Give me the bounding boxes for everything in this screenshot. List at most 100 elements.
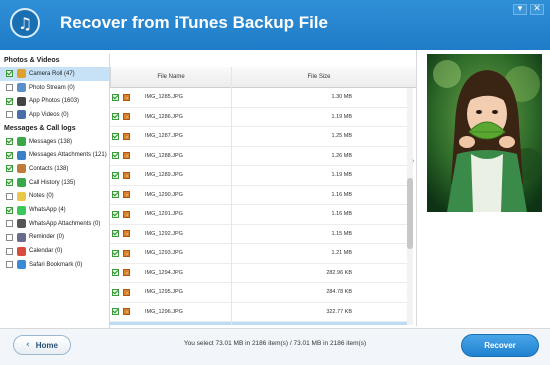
sidebar-item[interactable]: Camera Roll (47) [0, 67, 109, 81]
row-checkbox[interactable] [112, 152, 119, 160]
file-name: IMG_1292.JPG [145, 230, 183, 237]
table-header: File Name File Size [110, 67, 416, 88]
row-checkbox[interactable] [112, 230, 119, 238]
file-size: 1.19 MB [331, 172, 352, 179]
column-header-file-size[interactable]: File Size [231, 67, 406, 88]
row-checkbox[interactable] [112, 269, 119, 277]
contacts-icon [17, 164, 26, 174]
category-checkbox[interactable] [6, 206, 13, 214]
row-checkbox[interactable] [112, 113, 119, 121]
sidebar-item[interactable]: Photo Stream (0) [0, 81, 109, 95]
sidebar-item[interactable]: Messages Attachments (121) [0, 148, 109, 162]
sidebar-item-label: App Photos (1603) [29, 98, 80, 105]
row-checkbox[interactable] [112, 93, 119, 101]
camera-roll-icon [17, 69, 26, 79]
file-size: 1.30 MB [331, 94, 352, 101]
sidebar-item[interactable]: Notes (0) [0, 190, 109, 204]
file-size: 1.15 MB [331, 230, 352, 237]
table-row[interactable]: IMG_1291.JPG 1.16 MB [110, 205, 407, 225]
file-size: 1.21 MB [331, 250, 352, 257]
category-checkbox[interactable] [6, 192, 13, 200]
whatsapp-icon [17, 205, 26, 215]
attachments-icon [17, 150, 26, 160]
sidebar-item[interactable]: Safari Bookmark (0) [0, 258, 109, 272]
file-name: IMG_1285.JPG [145, 94, 183, 101]
table-row[interactable]: IMG_1290.JPG 1.16 MB [110, 186, 407, 205]
row-checkbox[interactable] [112, 171, 119, 179]
sidebar-item[interactable]: WhatsApp Attachments (0) [0, 217, 109, 231]
category-checkbox[interactable] [6, 111, 13, 119]
row-checkbox[interactable] [112, 132, 119, 140]
category-checkbox[interactable] [6, 151, 13, 159]
call-history-icon [17, 178, 26, 188]
sidebar-item-label: App Videos (0) [29, 111, 69, 118]
table-row[interactable]: IMG_1286.JPG 1.19 MB [110, 108, 407, 127]
category-checkbox[interactable] [6, 261, 13, 269]
table-row[interactable]: IMG_1287.JPG 1.25 MB [110, 127, 407, 147]
row-checkbox[interactable] [112, 191, 119, 199]
category-checkbox[interactable] [6, 165, 13, 173]
image-file-icon [123, 249, 130, 257]
minimize-button[interactable]: ▾ [513, 4, 527, 15]
row-checkbox[interactable] [112, 210, 119, 218]
category-checkbox[interactable] [6, 97, 13, 105]
table-row[interactable]: IMG_1293.JPG 1.21 MB [110, 244, 407, 264]
row-checkbox[interactable] [112, 308, 119, 316]
file-name: IMG_1286.JPG [145, 113, 183, 120]
column-header-file-name[interactable]: File Name [110, 67, 231, 88]
sidebar-item-label: Safari Bookmark (0) [29, 261, 83, 268]
table-row[interactable]: IMG_1285.JPG 1.30 MB [110, 88, 407, 108]
music-note-icon: ♫ [10, 8, 40, 38]
table-row[interactable]: IMG_1288.JPG 1.26 MB [110, 147, 407, 166]
sidebar-item[interactable]: Call History (135) [0, 176, 109, 190]
table-row[interactable]: IMG_1295.JPG 284.78 KB [110, 283, 407, 303]
file-name: IMG_1293.JPG [145, 250, 183, 257]
sidebar-item-label: Call History (135) [29, 179, 76, 186]
recover-button[interactable]: Recover [461, 334, 539, 357]
category-checkbox[interactable] [6, 179, 13, 187]
table-row[interactable]: IMG_1297.JPG304.50 KB [110, 322, 407, 325]
window-title: Recover from iTunes Backup File [60, 13, 328, 32]
category-sidebar: Photos & Videos Camera Roll (47) Photo Str… [0, 54, 110, 334]
file-name: IMG_1294.JPG [145, 269, 183, 276]
row-checkbox[interactable] [112, 288, 119, 296]
image-file-icon [123, 288, 130, 296]
collapse-preview-icon[interactable]: › [412, 157, 415, 165]
sidebar-item[interactable]: App Photos (1603) [0, 94, 109, 108]
category-checkbox[interactable] [6, 220, 13, 228]
category-checkbox[interactable] [6, 84, 13, 92]
reminder-icon [17, 232, 26, 242]
image-file-icon [123, 230, 130, 238]
table-row[interactable]: IMG_1294.JPG 282.96 KB [110, 264, 407, 283]
table-row[interactable]: IMG_1289.JPG 1.19 MB [110, 166, 407, 186]
image-file-icon [123, 113, 130, 121]
sidebar-item-label: Camera Roll (47) [29, 70, 75, 77]
sidebar-item[interactable]: App Videos (0) [0, 108, 109, 122]
scrollbar-thumb[interactable] [407, 178, 413, 249]
file-size: 1.25 MB [331, 133, 352, 140]
row-checkbox[interactable] [112, 249, 119, 257]
sidebar-item[interactable]: Contacts (138) [0, 162, 109, 176]
sidebar-item-label: WhatsApp Attachments (0) [29, 220, 101, 227]
category-checkbox[interactable] [6, 247, 13, 255]
close-button[interactable]: ✕ [530, 4, 544, 15]
image-file-icon [123, 210, 130, 218]
sidebar-item[interactable]: Calendar (0) [0, 244, 109, 258]
sidebar-item[interactable]: WhatsApp (4) [0, 203, 109, 217]
app-videos-icon [17, 110, 26, 120]
sidebar-item[interactable]: Messages (138) [0, 135, 109, 149]
selection-status: You select 73.01 MB in 2186 item(s) / 73… [183, 340, 367, 347]
category-checkbox[interactable] [6, 70, 13, 78]
home-button[interactable]: ‹ Home [13, 335, 71, 355]
sidebar-item[interactable]: Reminder (0) [0, 231, 109, 245]
photo-preview-icon [427, 54, 542, 212]
whatsapp-attachments-icon [17, 219, 26, 229]
category-checkbox[interactable] [6, 233, 13, 241]
sidebar-item-label: Messages (138) [29, 138, 73, 145]
file-name: IMG_1291.JPG [145, 211, 183, 218]
table-row[interactable]: IMG_1292.JPG 1.15 MB [110, 225, 407, 244]
image-file-icon [123, 269, 130, 277]
category-checkbox[interactable] [6, 138, 13, 146]
table-row[interactable]: IMG_1296.JPG 322.77 KB [110, 303, 407, 322]
sidebar-item-label: Photo Stream (0) [29, 84, 75, 91]
